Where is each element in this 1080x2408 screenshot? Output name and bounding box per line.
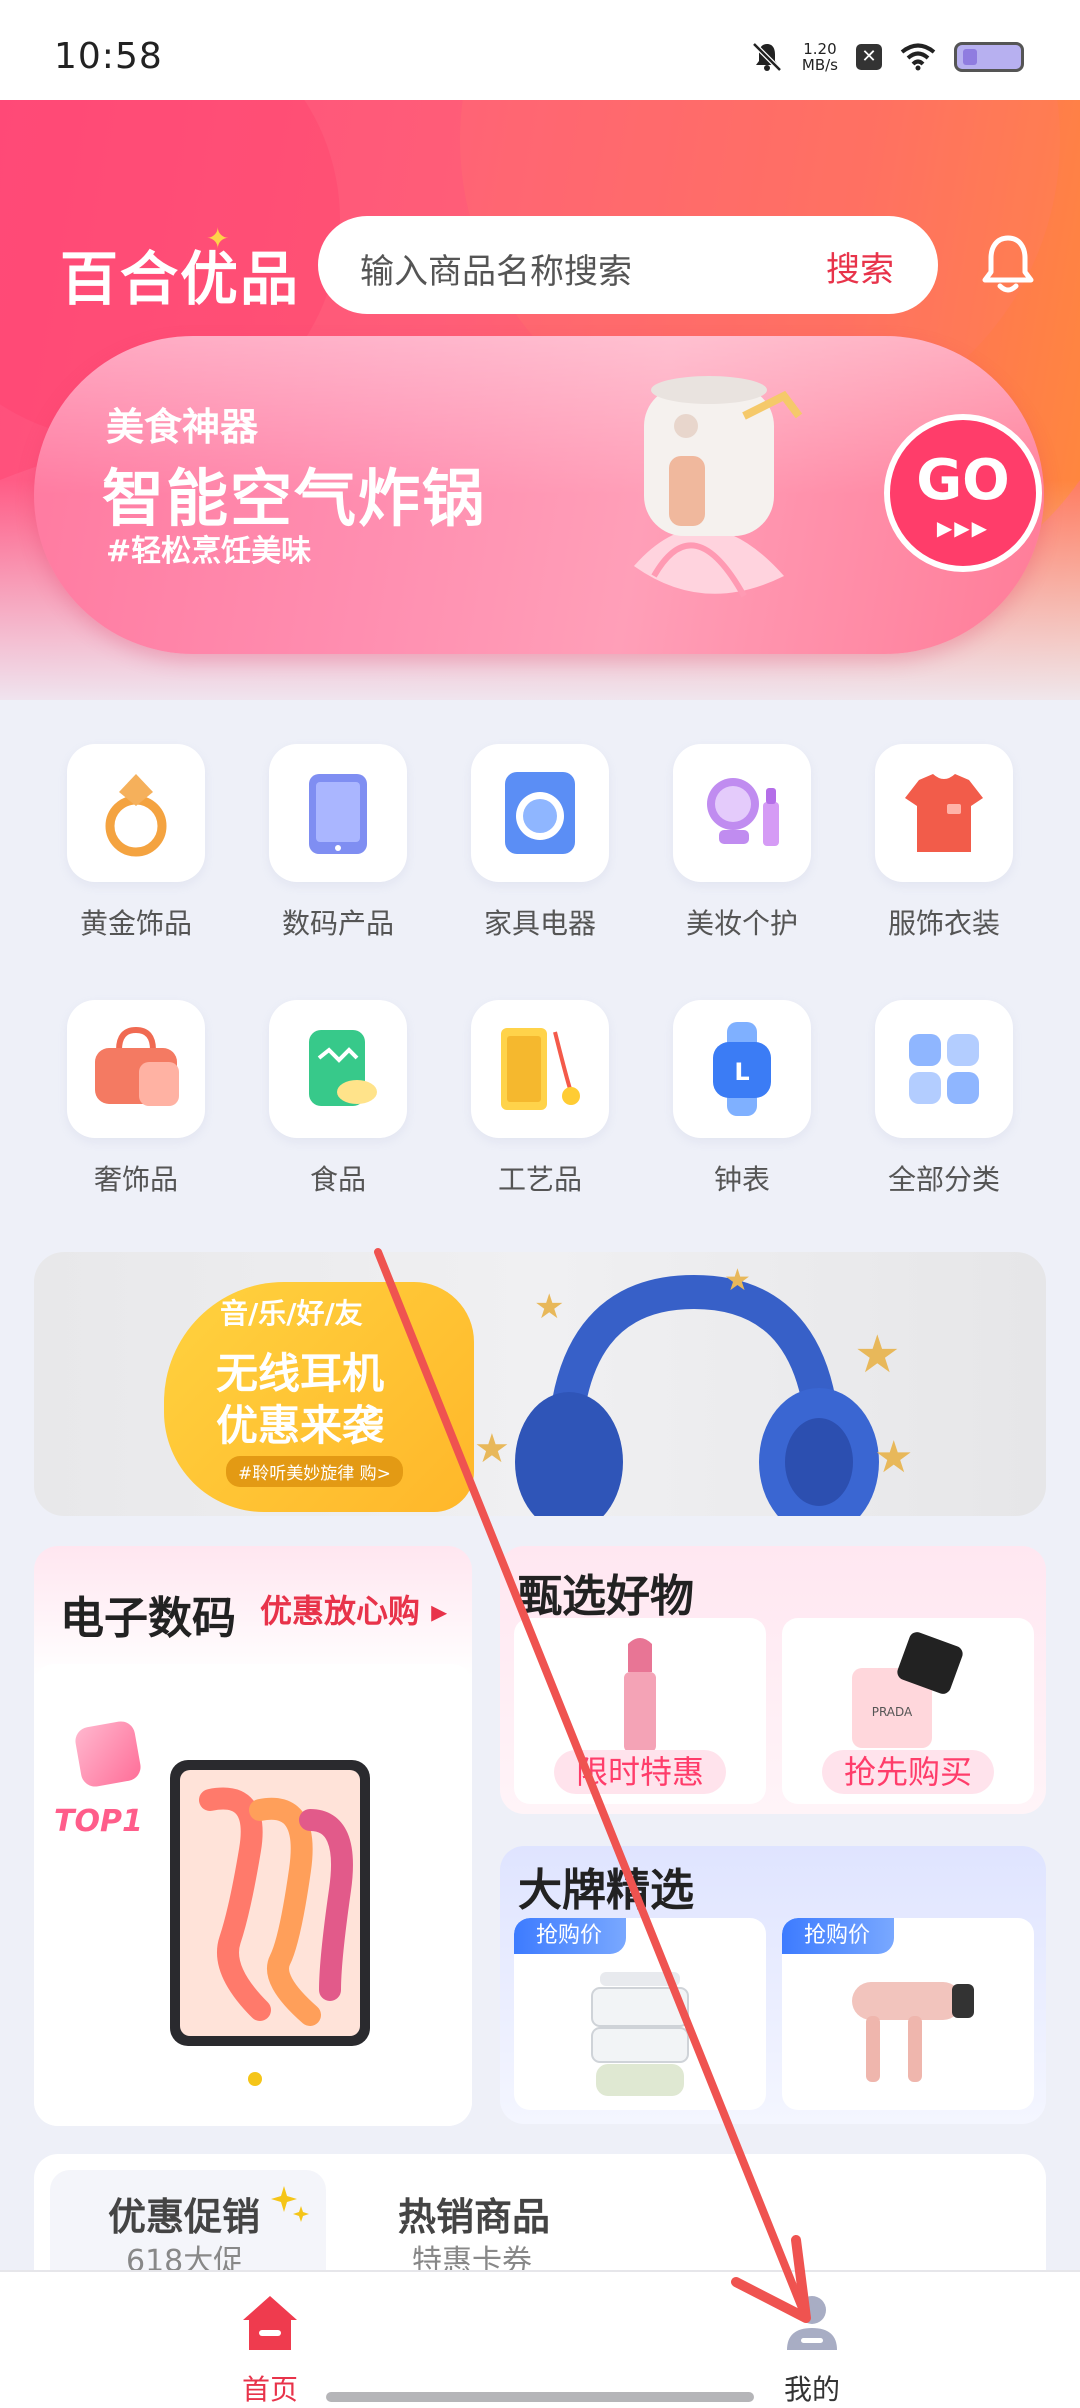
tablet-icon (309, 774, 367, 854)
nav-home[interactable]: 首页 (200, 2290, 340, 2408)
promo-tabs: 优惠促销 618大促 热销商品 特惠卡券 (34, 2154, 1046, 2290)
hero-banner[interactable]: 美食神器 智能空气炸锅 #轻松烹饪美味 GO ▶▶▶ (34, 336, 1044, 654)
headphones-banner[interactable]: 音/乐/好/友 无线耳机 优惠来袭 #聆听美妙旋律 购> ★ ★ ★ ★ ★ (34, 1252, 1046, 1516)
promo-tab-title[interactable]: 热销商品 (398, 2186, 550, 2241)
nav-home-label: 首页 (241, 2373, 298, 2406)
hero-tagline: 美食神器 (106, 405, 259, 449)
category-appliances[interactable]: 家具电器 (470, 744, 610, 942)
brand-item-hairdryer[interactable]: 抢购价 (782, 1918, 1034, 2110)
app-notification-icon: ✕ (856, 44, 882, 70)
promo-tab-title[interactable]: 优惠促销 (108, 2186, 260, 2241)
category-crafts[interactable]: 工艺品 (470, 1000, 610, 1198)
gold-ring-icon (105, 774, 167, 857)
notification-bell-icon[interactable] (978, 232, 1038, 296)
carousel-indicator (248, 2072, 262, 2086)
category-digital[interactable]: 数码产品 (268, 744, 408, 942)
brand-item-steamer[interactable]: 抢购价 (514, 1918, 766, 2110)
search-button[interactable]: 搜索 (826, 242, 894, 291)
category-watches[interactable]: L 钟表 (672, 1000, 812, 1198)
snack-icon (309, 1030, 377, 1106)
app-logo: 百合优品 ✦ (60, 222, 301, 313)
hairdryer-image (852, 1982, 974, 2082)
category-luxury[interactable]: 奢饰品 (66, 1000, 206, 1198)
steamer-image (591, 1972, 689, 2096)
status-time: 10:58 (54, 36, 163, 77)
category-food[interactable]: 食品 (268, 1000, 408, 1198)
category-all[interactable]: 全部分类 (874, 1000, 1014, 1198)
tshirt-icon (905, 774, 983, 852)
card-title: 大牌精选 (518, 1865, 694, 1916)
card-title: 甄选好物 (518, 1571, 694, 1622)
hero-title: 智能空气炸锅 (102, 462, 487, 535)
svg-text:L: L (734, 1058, 749, 1086)
svg-text:PRADA: PRADA (872, 1705, 913, 1719)
gesture-home-bar[interactable] (326, 2392, 754, 2402)
headphones-image: ★ ★ ★ ★ ★ (474, 1263, 913, 1516)
perfume-image: PRADA (852, 1632, 963, 1748)
search-input[interactable]: 输入商品名称搜索 (360, 244, 632, 293)
digital-products-card[interactable]: 电子数码 优惠放心购 ▸ TOP1 (34, 1546, 472, 2126)
category-beauty[interactable]: 美妆个护 (672, 744, 812, 942)
svg-text:★: ★ (474, 1426, 510, 1472)
sparkle-icon: ✦ (206, 222, 232, 255)
price-tag: 抢购价 (782, 1918, 894, 1954)
notifications-off-icon (752, 42, 782, 72)
price-tag: 抢购价 (514, 1918, 626, 1954)
lipstick-image (624, 1638, 656, 1752)
selection-card[interactable]: 甄选好物 限时特惠 PRADA 抢先购买 (500, 1546, 1046, 1814)
sparkle-icon (271, 2186, 309, 2222)
selection-item-lipstick[interactable]: 限时特惠 (514, 1618, 766, 1804)
air-fryer-image (634, 376, 803, 598)
hero-hashtag: #轻松烹饪美味 (106, 534, 312, 569)
status-icons: 1.20 MB/s ✕ (750, 40, 1024, 74)
top1-badge: TOP1 (50, 1719, 170, 1854)
svg-text:★: ★ (534, 1287, 564, 1327)
user-icon (787, 2296, 837, 2350)
wifi-icon (900, 43, 936, 71)
brand-picks-card[interactable]: 大牌精选 抢购价 抢购价 (500, 1846, 1046, 2124)
banner-cta[interactable]: #聆听美妙旋律 购> (226, 1456, 403, 1487)
go-button[interactable]: GO ▶▶▶ (884, 414, 1042, 572)
svg-text:★: ★ (854, 1325, 901, 1385)
search-bar[interactable]: 输入商品名称搜索 搜索 (318, 216, 938, 314)
gold-bar-icon (501, 1028, 580, 1110)
handbag-icon (95, 1026, 179, 1106)
battery-icon (954, 42, 1024, 72)
svg-text:★: ★ (724, 1263, 751, 1298)
network-speed: 1.20 MB/s (801, 40, 838, 74)
nav-profile-label: 我的 (783, 2373, 840, 2406)
bottom-nav: 首页 我的 (0, 2270, 1080, 2408)
svg-text:★: ★ (874, 1432, 913, 1483)
washing-machine-icon (505, 772, 575, 854)
banner-subtitle: 优惠来袭 (216, 1401, 385, 1450)
home-icon (243, 2296, 297, 2350)
nav-profile[interactable]: 我的 (742, 2290, 882, 2408)
watch-icon: L (713, 1022, 771, 1116)
card-link[interactable]: 优惠放心购 ▸ (260, 1586, 447, 1632)
tablet-product-image (170, 1760, 370, 2046)
category-gold-jewelry[interactable]: 黄金饰品 (66, 744, 206, 942)
status-bar: 10:58 1.20 MB/s ✕ (0, 0, 1080, 100)
all-categories-icon (909, 1034, 979, 1104)
cosmetics-icon (707, 778, 779, 846)
category-apparel[interactable]: 服饰衣装 (874, 744, 1014, 942)
banner-tag-line: 音/乐/好/友 (220, 1297, 363, 1330)
selection-item-perfume[interactable]: PRADA 抢先购买 (782, 1618, 1034, 1804)
card-title: 电子数码 (60, 1593, 236, 1644)
